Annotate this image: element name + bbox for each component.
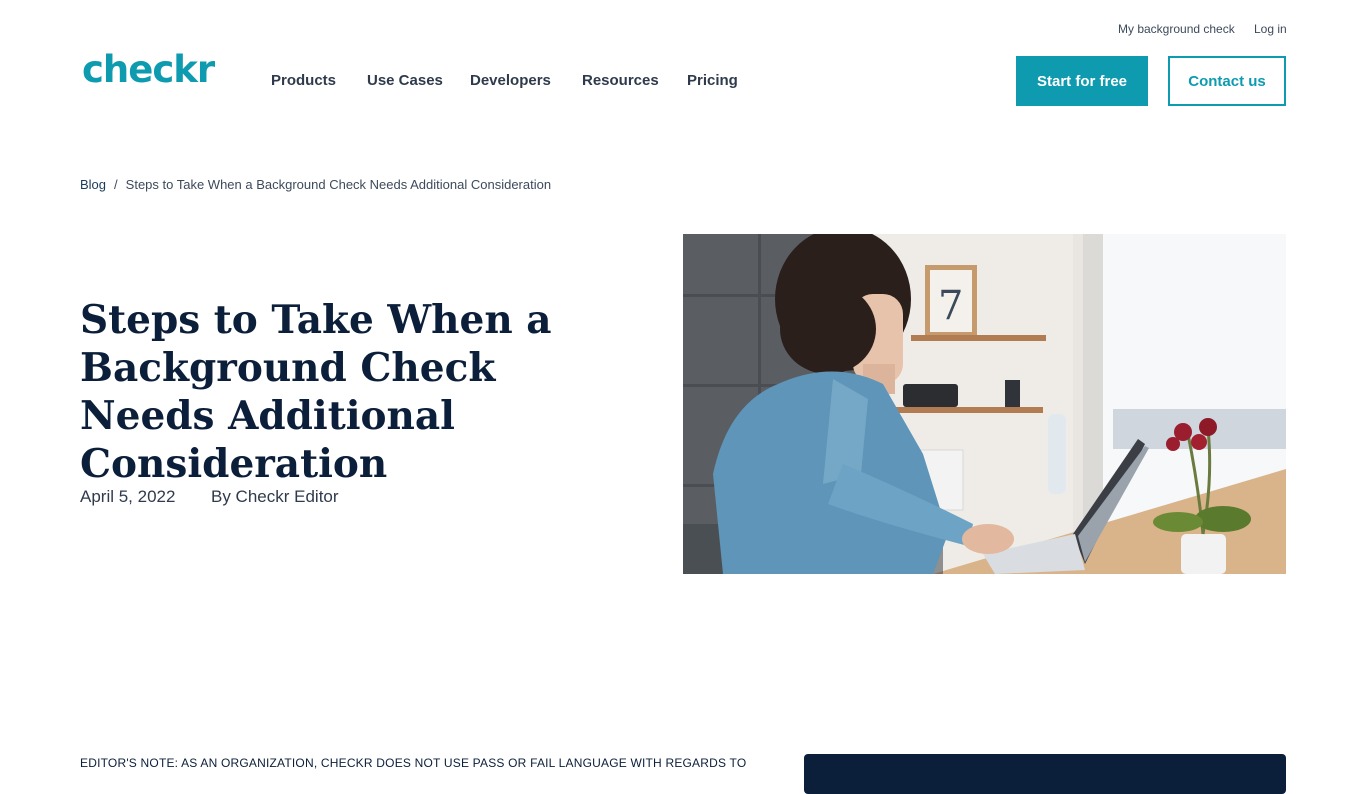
article-author: By Checkr Editor bbox=[211, 487, 339, 506]
nav-resources[interactable]: Resources bbox=[582, 72, 659, 89]
breadcrumb: Blog / Steps to Take When a Background C… bbox=[80, 177, 551, 192]
checkr-logo[interactable]: checkr bbox=[82, 50, 215, 90]
article-date: April 5, 2022 bbox=[80, 487, 176, 506]
log-in-link[interactable]: Log in bbox=[1254, 22, 1287, 36]
hero-image: 7 bbox=[683, 234, 1286, 574]
nav-developers[interactable]: Developers bbox=[470, 72, 551, 89]
woman-typing-on-laptop-illustration: 7 bbox=[683, 234, 1286, 574]
nav-products[interactable]: Products bbox=[271, 72, 336, 89]
nav-use-cases[interactable]: Use Cases bbox=[367, 72, 443, 89]
breadcrumb-blog-link[interactable]: Blog bbox=[80, 177, 106, 192]
nav-pricing[interactable]: Pricing bbox=[687, 72, 738, 89]
my-background-check-link[interactable]: My background check bbox=[1118, 22, 1235, 36]
breadcrumb-current: Steps to Take When a Background Check Ne… bbox=[125, 177, 552, 192]
sidebar-cta-card[interactable] bbox=[804, 754, 1286, 794]
contact-us-button[interactable]: Contact us bbox=[1168, 56, 1286, 106]
article-title: Steps to Take When a Background Check Ne… bbox=[80, 297, 552, 487]
svg-text:7: 7 bbox=[938, 283, 963, 329]
breadcrumb-separator: / bbox=[114, 177, 118, 192]
start-for-free-button[interactable]: Start for free bbox=[1016, 56, 1148, 106]
